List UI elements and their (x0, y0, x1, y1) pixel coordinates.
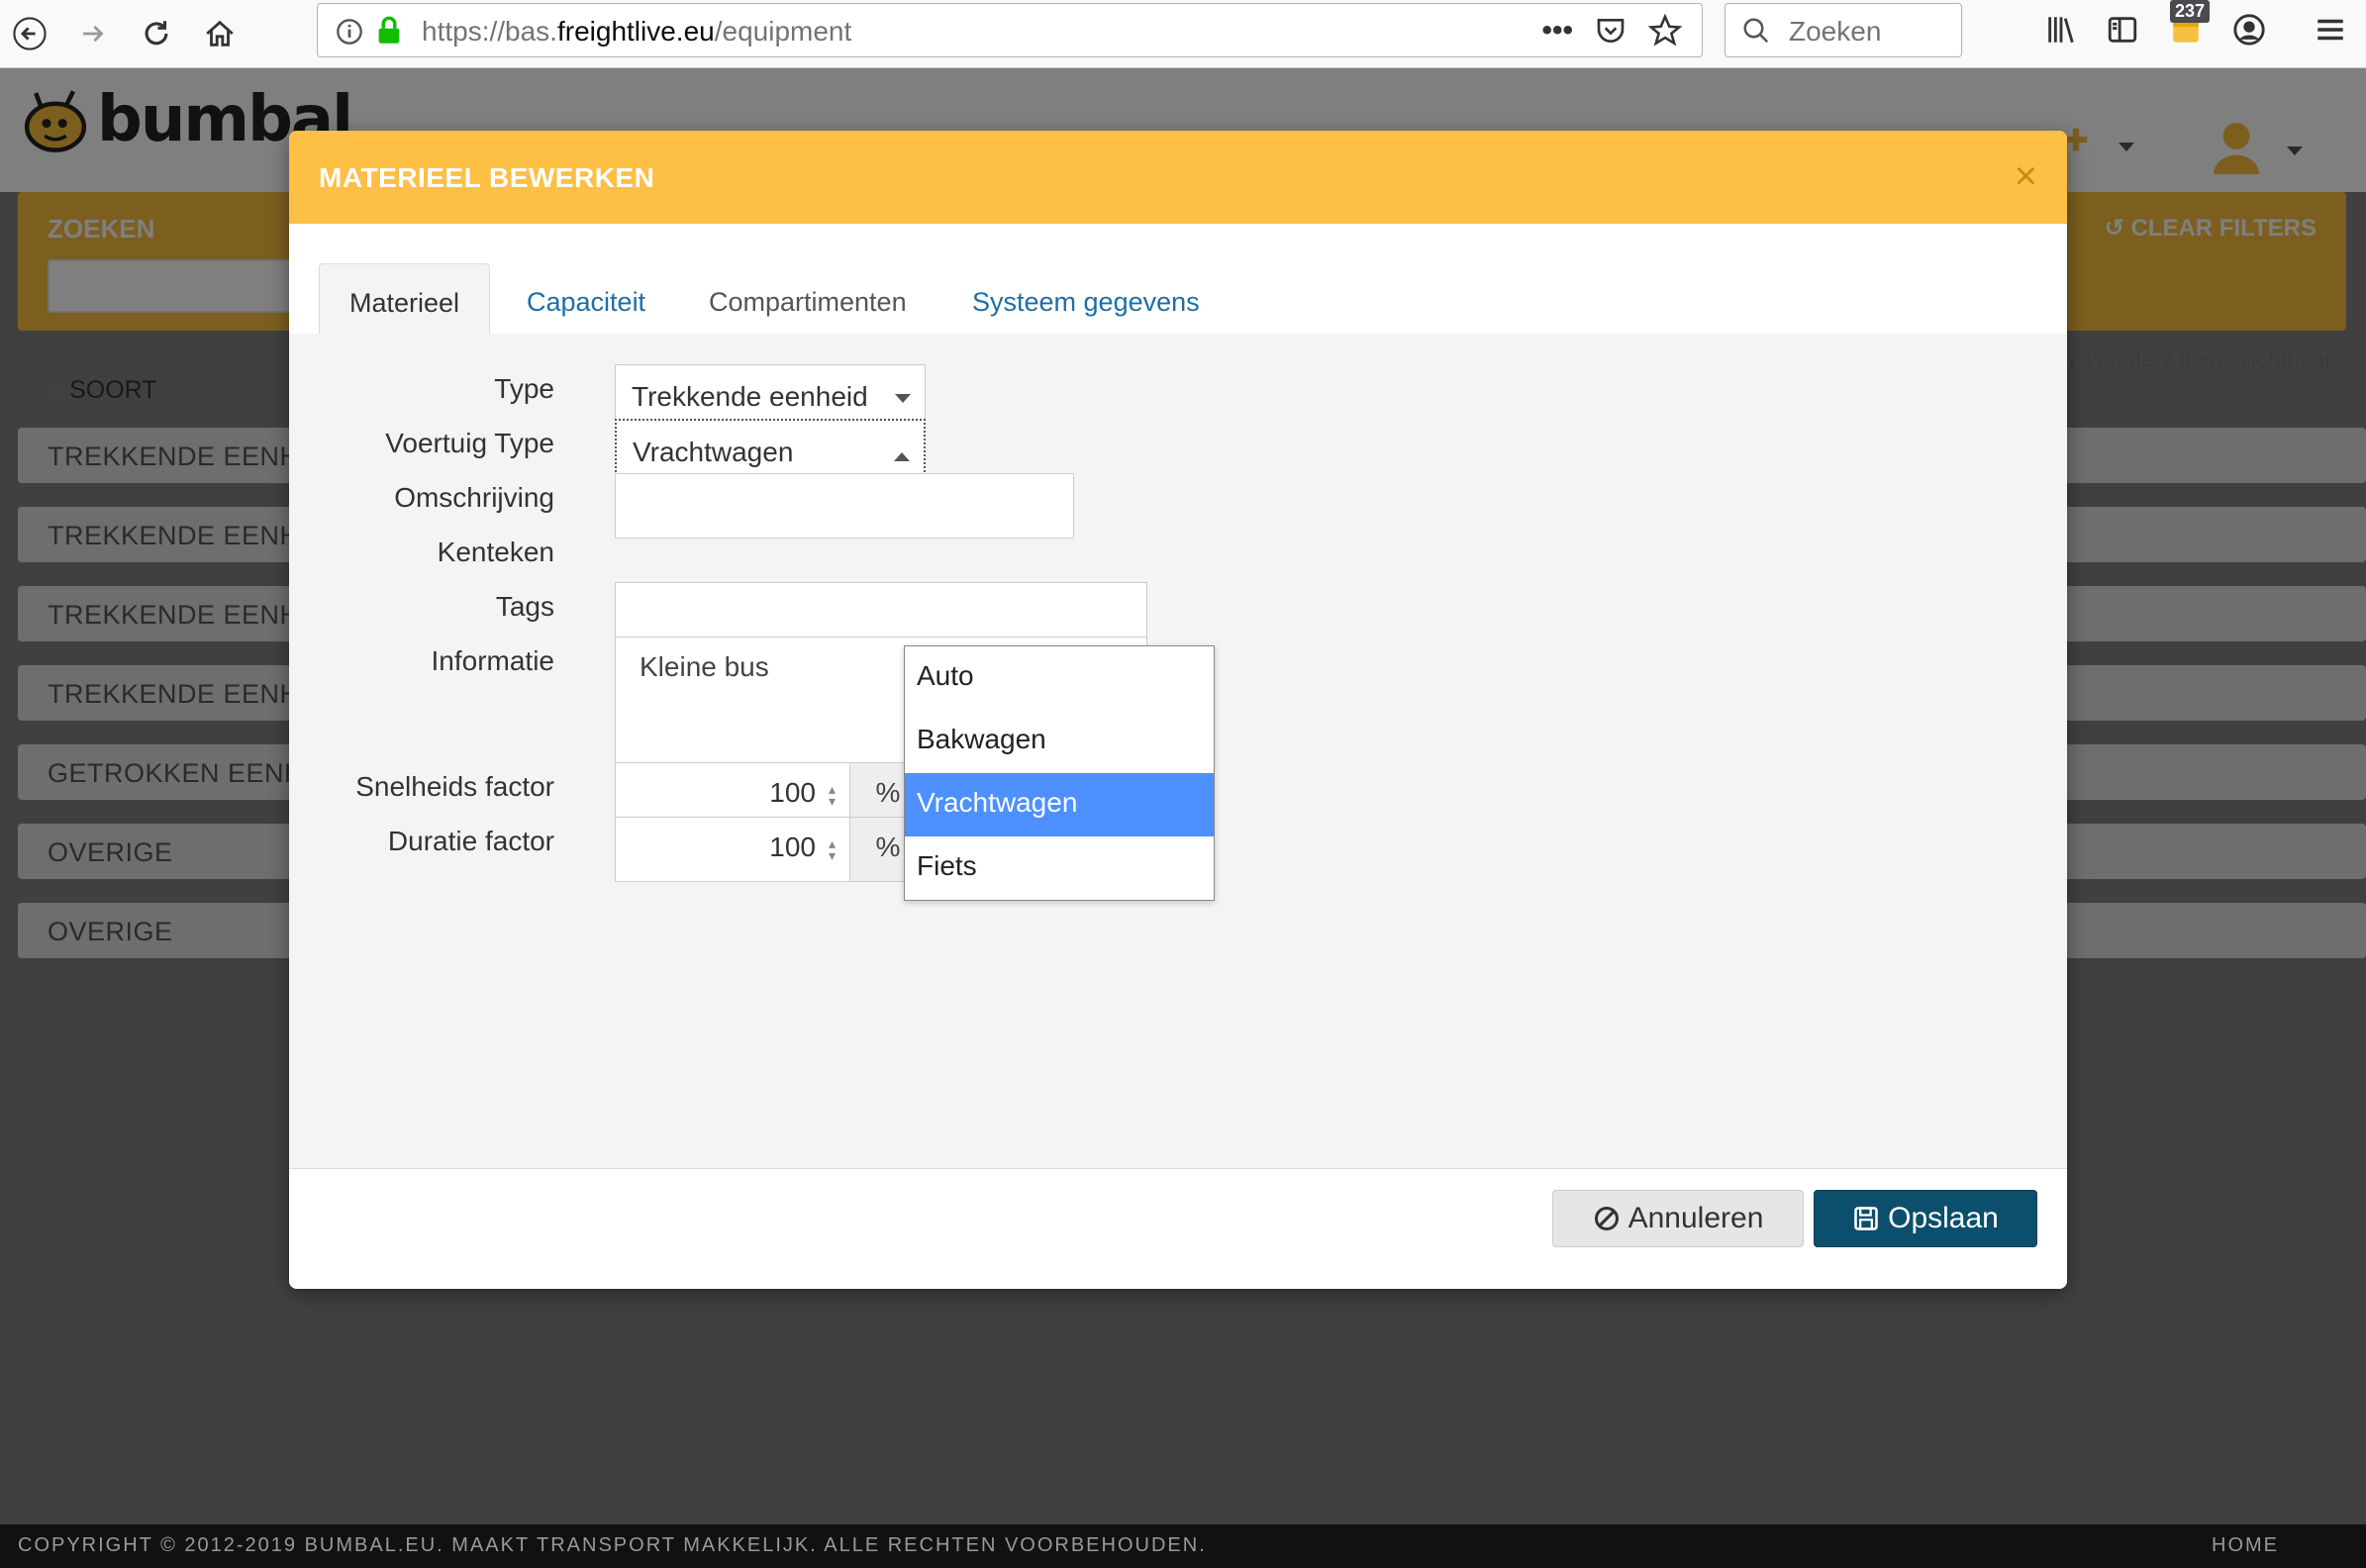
edit-equipment-modal: MATERIEEL BEWERKEN × Materieel Capacitei… (289, 131, 2067, 1289)
home-icon (206, 20, 234, 47)
type-label: Type (494, 373, 554, 404)
star-icon[interactable] (1648, 14, 1682, 48)
close-icon[interactable]: × (2015, 154, 2037, 199)
arrow-left-icon (13, 17, 47, 50)
kenteken-label: Kenteken (437, 537, 554, 567)
copyright-text: COPYRIGHT © 2012-2019 BUMBAL.EU. MAAKT T… (18, 1534, 1207, 1556)
account-icon[interactable] (2229, 10, 2269, 49)
floppy-disk-icon (1854, 1207, 1878, 1230)
lock-icon (378, 16, 400, 44)
informatie-label: Informatie (431, 645, 555, 676)
modal-title: MATERIEEL BEWERKEN (319, 162, 655, 193)
extension-badge: 237 (2170, 0, 2211, 23)
pocket-icon[interactable] (1595, 15, 1627, 47)
footer-home-link[interactable]: HOME (2212, 1534, 2279, 1557)
forward-button[interactable] (67, 8, 119, 59)
library-icon[interactable] (2041, 10, 2081, 49)
search-icon (1743, 18, 1769, 44)
tags-label: Tags (495, 591, 554, 622)
duratie-factor-input[interactable]: 100 ▴ ▾ (615, 817, 850, 882)
menu-icon[interactable] (2311, 10, 2350, 49)
number-spinner-icon[interactable]: ▴ ▾ (829, 782, 836, 808)
voertuig-type-dropdown: Auto Bakwagen Vrachtwagen Fiets (904, 645, 1215, 901)
voertuig-type-label: Voertuig Type (385, 428, 554, 458)
back-button[interactable] (4, 8, 55, 59)
reload-icon (145, 21, 168, 46)
more-icon[interactable]: ••• (1541, 14, 1573, 48)
number-spinner-icon[interactable]: ▴ ▾ (829, 836, 836, 862)
duratie-factor-label: Duratie factor (387, 826, 554, 856)
home-button[interactable] (194, 8, 246, 59)
sidebar-icon[interactable] (2103, 10, 2142, 49)
page-footer: COPYRIGHT © 2012-2019 BUMBAL.EU. MAAKT T… (0, 1524, 2366, 1568)
chevron-down-icon (895, 394, 911, 403)
dropdown-option[interactable]: Bakwagen (905, 710, 1214, 773)
url-text: https://bas.freightlive.eu/equipment (422, 16, 852, 47)
url-bar[interactable]: https://bas.freightlive.eu/equipment ••• (317, 3, 1703, 57)
browser-toolbar: https://bas.freightlive.eu/equipment •••… (0, 0, 2366, 68)
dropdown-option-selected[interactable]: Vrachtwagen (905, 773, 1214, 836)
omschrijving-label: Omschrijving (394, 482, 554, 513)
browser-search-input[interactable]: Zoeken (1725, 3, 1962, 57)
info-icon[interactable] (336, 18, 363, 46)
dropdown-option[interactable]: Auto (905, 646, 1214, 710)
dropdown-option[interactable]: Fiets (905, 836, 1214, 900)
cancel-button[interactable]: Annuleren (1552, 1190, 1804, 1247)
modal-header: MATERIEEL BEWERKEN × (289, 131, 2067, 224)
ban-icon (1594, 1206, 1619, 1231)
arrow-right-icon (83, 25, 104, 43)
snelheids-factor-label: Snelheids factor (355, 771, 554, 802)
modal-footer: Annuleren Opslaan (289, 1169, 2067, 1289)
reload-button[interactable] (131, 8, 182, 59)
omschrijving-input[interactable] (615, 473, 1074, 539)
save-button[interactable]: Opslaan (1814, 1190, 2037, 1247)
chevron-up-icon (894, 452, 910, 461)
